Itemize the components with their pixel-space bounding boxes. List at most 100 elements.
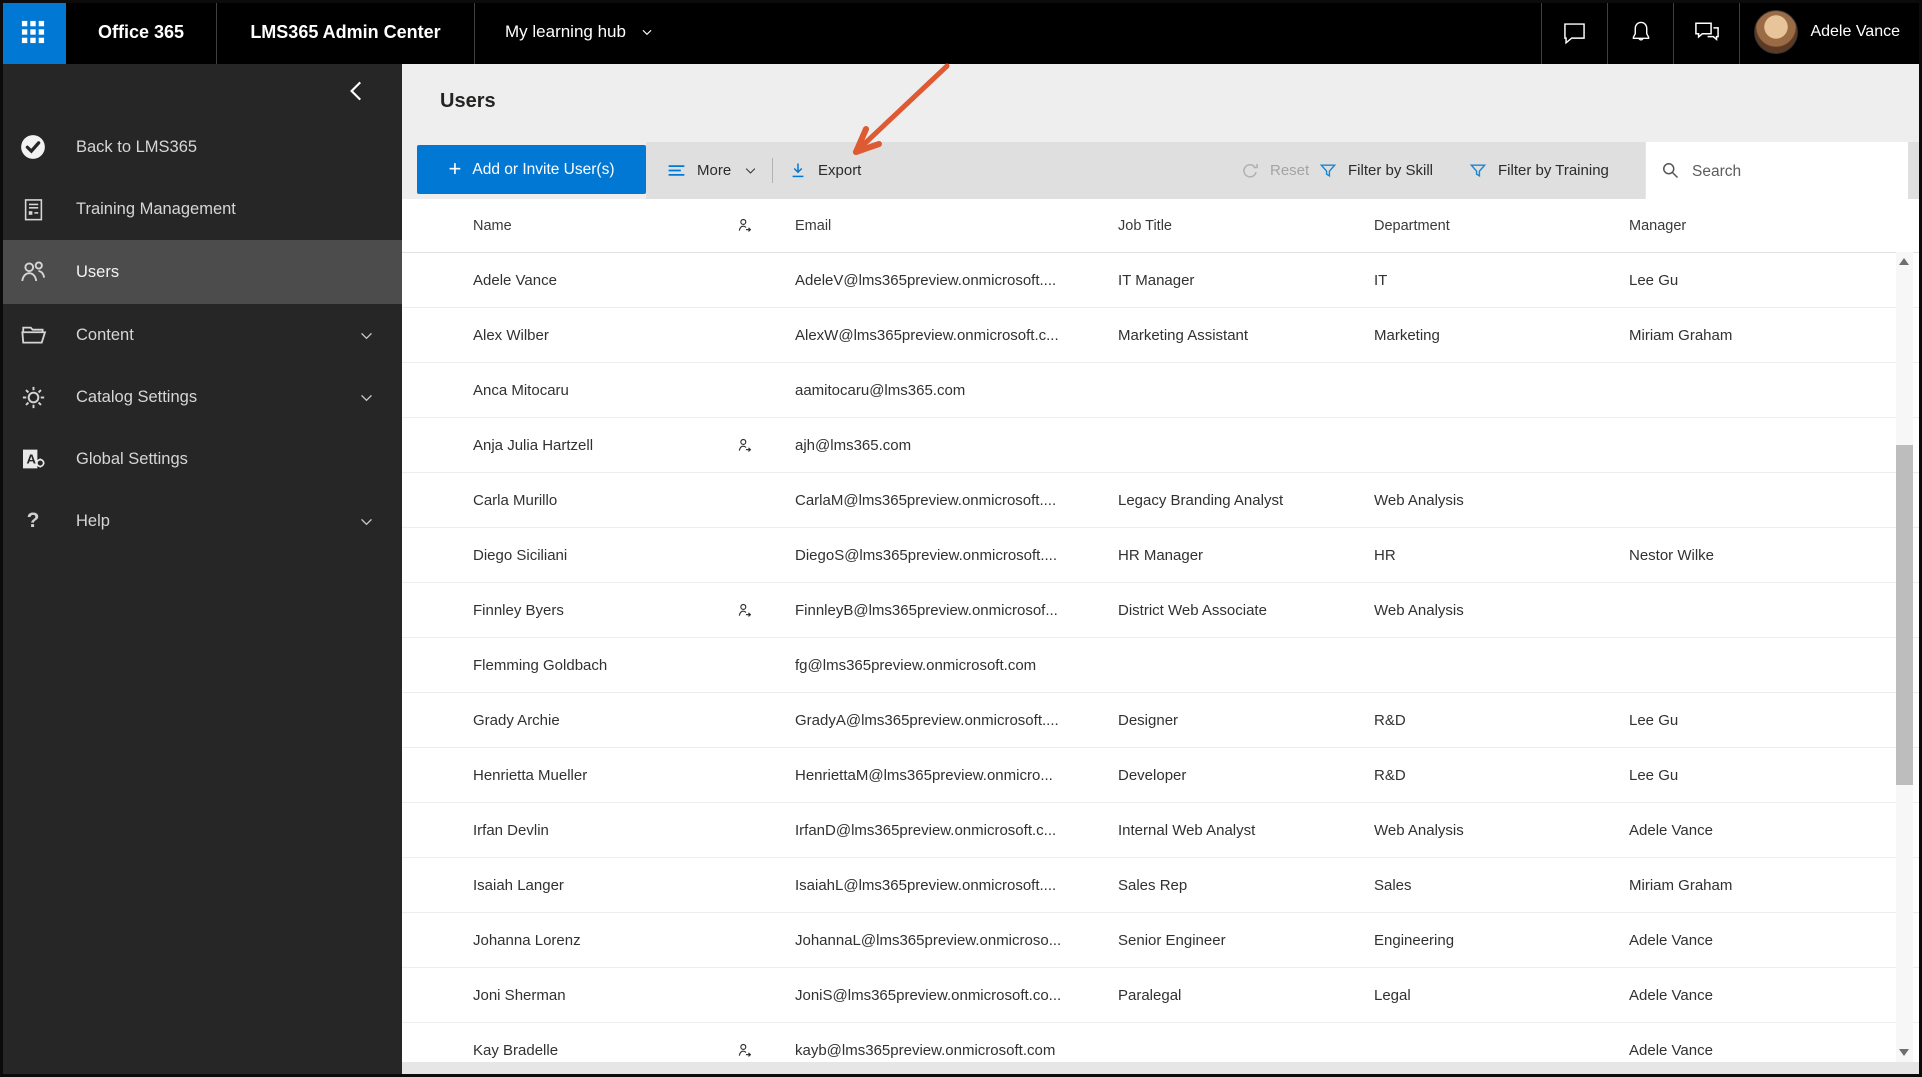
cell-email: IrfanD@lms365preview.onmicrosoft.c... — [795, 821, 1057, 839]
sidebar-nav: Back to LMS365 Training Management Users Co… — [0, 116, 402, 552]
cell-department: Engineering — [1374, 931, 1455, 949]
cell-external-indicator — [735, 436, 795, 455]
office365-brand-label: Office 365 — [97, 21, 185, 42]
cell-name: Finnley Byers — [473, 601, 564, 619]
chat-button[interactable] — [1542, 0, 1607, 64]
chevron-down-icon — [743, 163, 758, 178]
cell-email: JohannaL@lms365preview.onmicroso... — [795, 931, 1062, 949]
help-icon: ? — [26, 509, 40, 532]
sidebar-item-label: Global Settings — [76, 449, 188, 468]
sidebar-item-catalog-settings[interactable]: Catalog Settings — [0, 366, 402, 428]
lms365-icon — [16, 132, 50, 162]
hub-menu[interactable]: My learning hub — [475, 0, 680, 64]
cell-department: Web Analysis — [1374, 821, 1464, 839]
cell-name: Diego Siciliani — [473, 546, 568, 564]
sidebar-item-content[interactable]: Content — [0, 304, 402, 366]
export-button[interactable]: Export — [788, 142, 861, 199]
table-row[interactable]: Joni Sherman JoniS@lms365preview.onmicros… — [402, 968, 1922, 1023]
external-user-icon — [735, 601, 754, 620]
vertical-scrollbar[interactable] — [1896, 252, 1913, 1062]
table-row[interactable]: Irfan Devlin IrfanD@lms365preview.onmicro… — [402, 803, 1922, 858]
table-row[interactable]: Finnley Byers FinnleyB@lms365preview.onmi… — [402, 583, 1922, 638]
search-box — [1645, 142, 1908, 201]
cell-name: Alex Wilber — [473, 326, 549, 344]
command-bar: More Export Reset Filter by Skill Filter… — [646, 142, 1922, 201]
cell-department: R&D — [1374, 766, 1406, 784]
column-header-manager[interactable]: Manager — [1629, 218, 1922, 234]
table-row[interactable]: Adele Vance AdeleV@lms365preview.onmicros… — [402, 253, 1922, 308]
download-icon — [788, 161, 808, 181]
cell-name: Carla Murillo — [473, 491, 558, 509]
sidebar-collapse-button[interactable] — [340, 74, 374, 108]
table-row[interactable]: Alex Wilber AlexW@lms365preview.onmicroso… — [402, 308, 1922, 363]
external-user-icon — [735, 1041, 754, 1060]
app-launcher-button[interactable] — [0, 0, 66, 64]
cell-department: Marketing — [1374, 326, 1440, 344]
scroll-up-arrow-icon[interactable] — [1899, 258, 1909, 265]
sidebar-item-global-settings[interactable]: A Global Settings — [0, 428, 402, 490]
table-row[interactable]: Kay Bradelle kayb@lms365preview.onmicroso… — [402, 1023, 1922, 1062]
cell-manager: Lee Gu — [1629, 766, 1679, 784]
sidebar-item-help[interactable]: ? Help — [0, 490, 402, 552]
column-header-external[interactable] — [735, 216, 795, 235]
table-row[interactable]: Flemming Goldbach fg@lms365preview.onmicr… — [402, 638, 1922, 693]
column-header-email[interactable]: Email — [795, 218, 1118, 234]
notifications-button[interactable] — [1608, 0, 1673, 64]
top-bar: Office 365 LMS365 Admin Center My learni… — [0, 0, 1922, 64]
table-row[interactable]: Johanna Lorenz JohannaL@lms365preview.onm… — [402, 913, 1922, 968]
svg-text:A: A — [27, 452, 37, 467]
cell-email: aamitocaru@lms365.com — [795, 381, 966, 399]
sidebar-item-users[interactable]: Users — [0, 240, 402, 304]
column-header-department[interactable]: Department — [1374, 218, 1629, 234]
sidebar-item-label: Training Management — [76, 199, 236, 218]
cell-name: Henrietta Mueller — [473, 766, 588, 784]
cell-job-title: Paralegal — [1118, 986, 1182, 1004]
column-header-name[interactable]: Name — [473, 218, 735, 234]
table-row[interactable]: Isaiah Langer IsaiahL@lms365preview.onmic… — [402, 858, 1922, 913]
cell-name: Anja Julia Hartzell — [473, 436, 594, 454]
reset-label: Reset — [1270, 162, 1310, 179]
table-row[interactable]: Henrietta Mueller HenriettaM@lms365previe… — [402, 748, 1922, 803]
cell-email: GradyA@lms365preview.onmicrosoft.... — [795, 711, 1059, 729]
feedback-button[interactable] — [1674, 0, 1739, 64]
cell-department: R&D — [1374, 711, 1406, 729]
cell-department: IT — [1374, 271, 1388, 289]
collapse-chevron-icon — [344, 78, 370, 104]
column-header-job-title[interactable]: Job Title — [1118, 218, 1374, 234]
cell-email: JoniS@lms365preview.onmicrosoft.co... — [795, 986, 1062, 1004]
table-row[interactable]: Diego Siciliani DiegoS@lms365preview.onmi… — [402, 528, 1922, 583]
table-row[interactable]: Carla Murillo CarlaM@lms365preview.onmicr… — [402, 473, 1922, 528]
main-content: Users + Add or Invite User(s) More Expor… — [402, 64, 1922, 1077]
more-lines-icon — [666, 160, 687, 181]
sidebar-item-training-management[interactable]: Training Management — [0, 178, 402, 240]
table-row[interactable]: Anja Julia Hartzell ajh@lms365.com — [402, 418, 1922, 473]
scroll-down-arrow-icon[interactable] — [1899, 1049, 1909, 1056]
external-user-icon — [735, 436, 754, 455]
more-button[interactable]: More — [666, 142, 758, 199]
scrollbar-thumb[interactable] — [1896, 445, 1913, 785]
sidebar-item-back-to-lms365[interactable]: Back to LMS365 — [0, 116, 402, 178]
cell-department: HR — [1374, 546, 1396, 564]
filter-by-training-button[interactable]: Filter by Training — [1468, 142, 1609, 199]
office365-brand[interactable]: Office 365 — [66, 0, 216, 64]
global-icon: A — [16, 444, 50, 474]
reset-button[interactable]: Reset — [1240, 142, 1309, 199]
table-row[interactable]: Grady Archie GradyA@lms365preview.onmicro… — [402, 693, 1922, 748]
external-user-icon — [735, 216, 754, 235]
cell-department: Web Analysis — [1374, 491, 1464, 509]
sidebar-item-label: Users — [76, 262, 120, 281]
add-or-invite-users-button[interactable]: + Add or Invite User(s) — [417, 145, 646, 194]
search-icon — [1660, 160, 1681, 181]
hub-menu-label: My learning hub — [505, 22, 626, 41]
admin-center-title[interactable]: LMS365 Admin Center — [217, 0, 474, 64]
cell-name: Flemming Goldbach — [473, 656, 608, 674]
filter-by-skill-button[interactable]: Filter by Skill — [1318, 142, 1433, 199]
cell-manager: Lee Gu — [1629, 711, 1679, 729]
cell-job-title: HR Manager — [1118, 546, 1204, 564]
table-row[interactable]: Anca Mitocaru aamitocaru@lms365.com — [402, 363, 1922, 418]
app-launcher-icon — [19, 18, 47, 46]
chevron-down-icon — [358, 327, 375, 344]
account-menu[interactable]: Adele Vance — [1740, 0, 1922, 64]
search-input[interactable] — [1690, 142, 1894, 201]
users-icon — [16, 257, 50, 287]
